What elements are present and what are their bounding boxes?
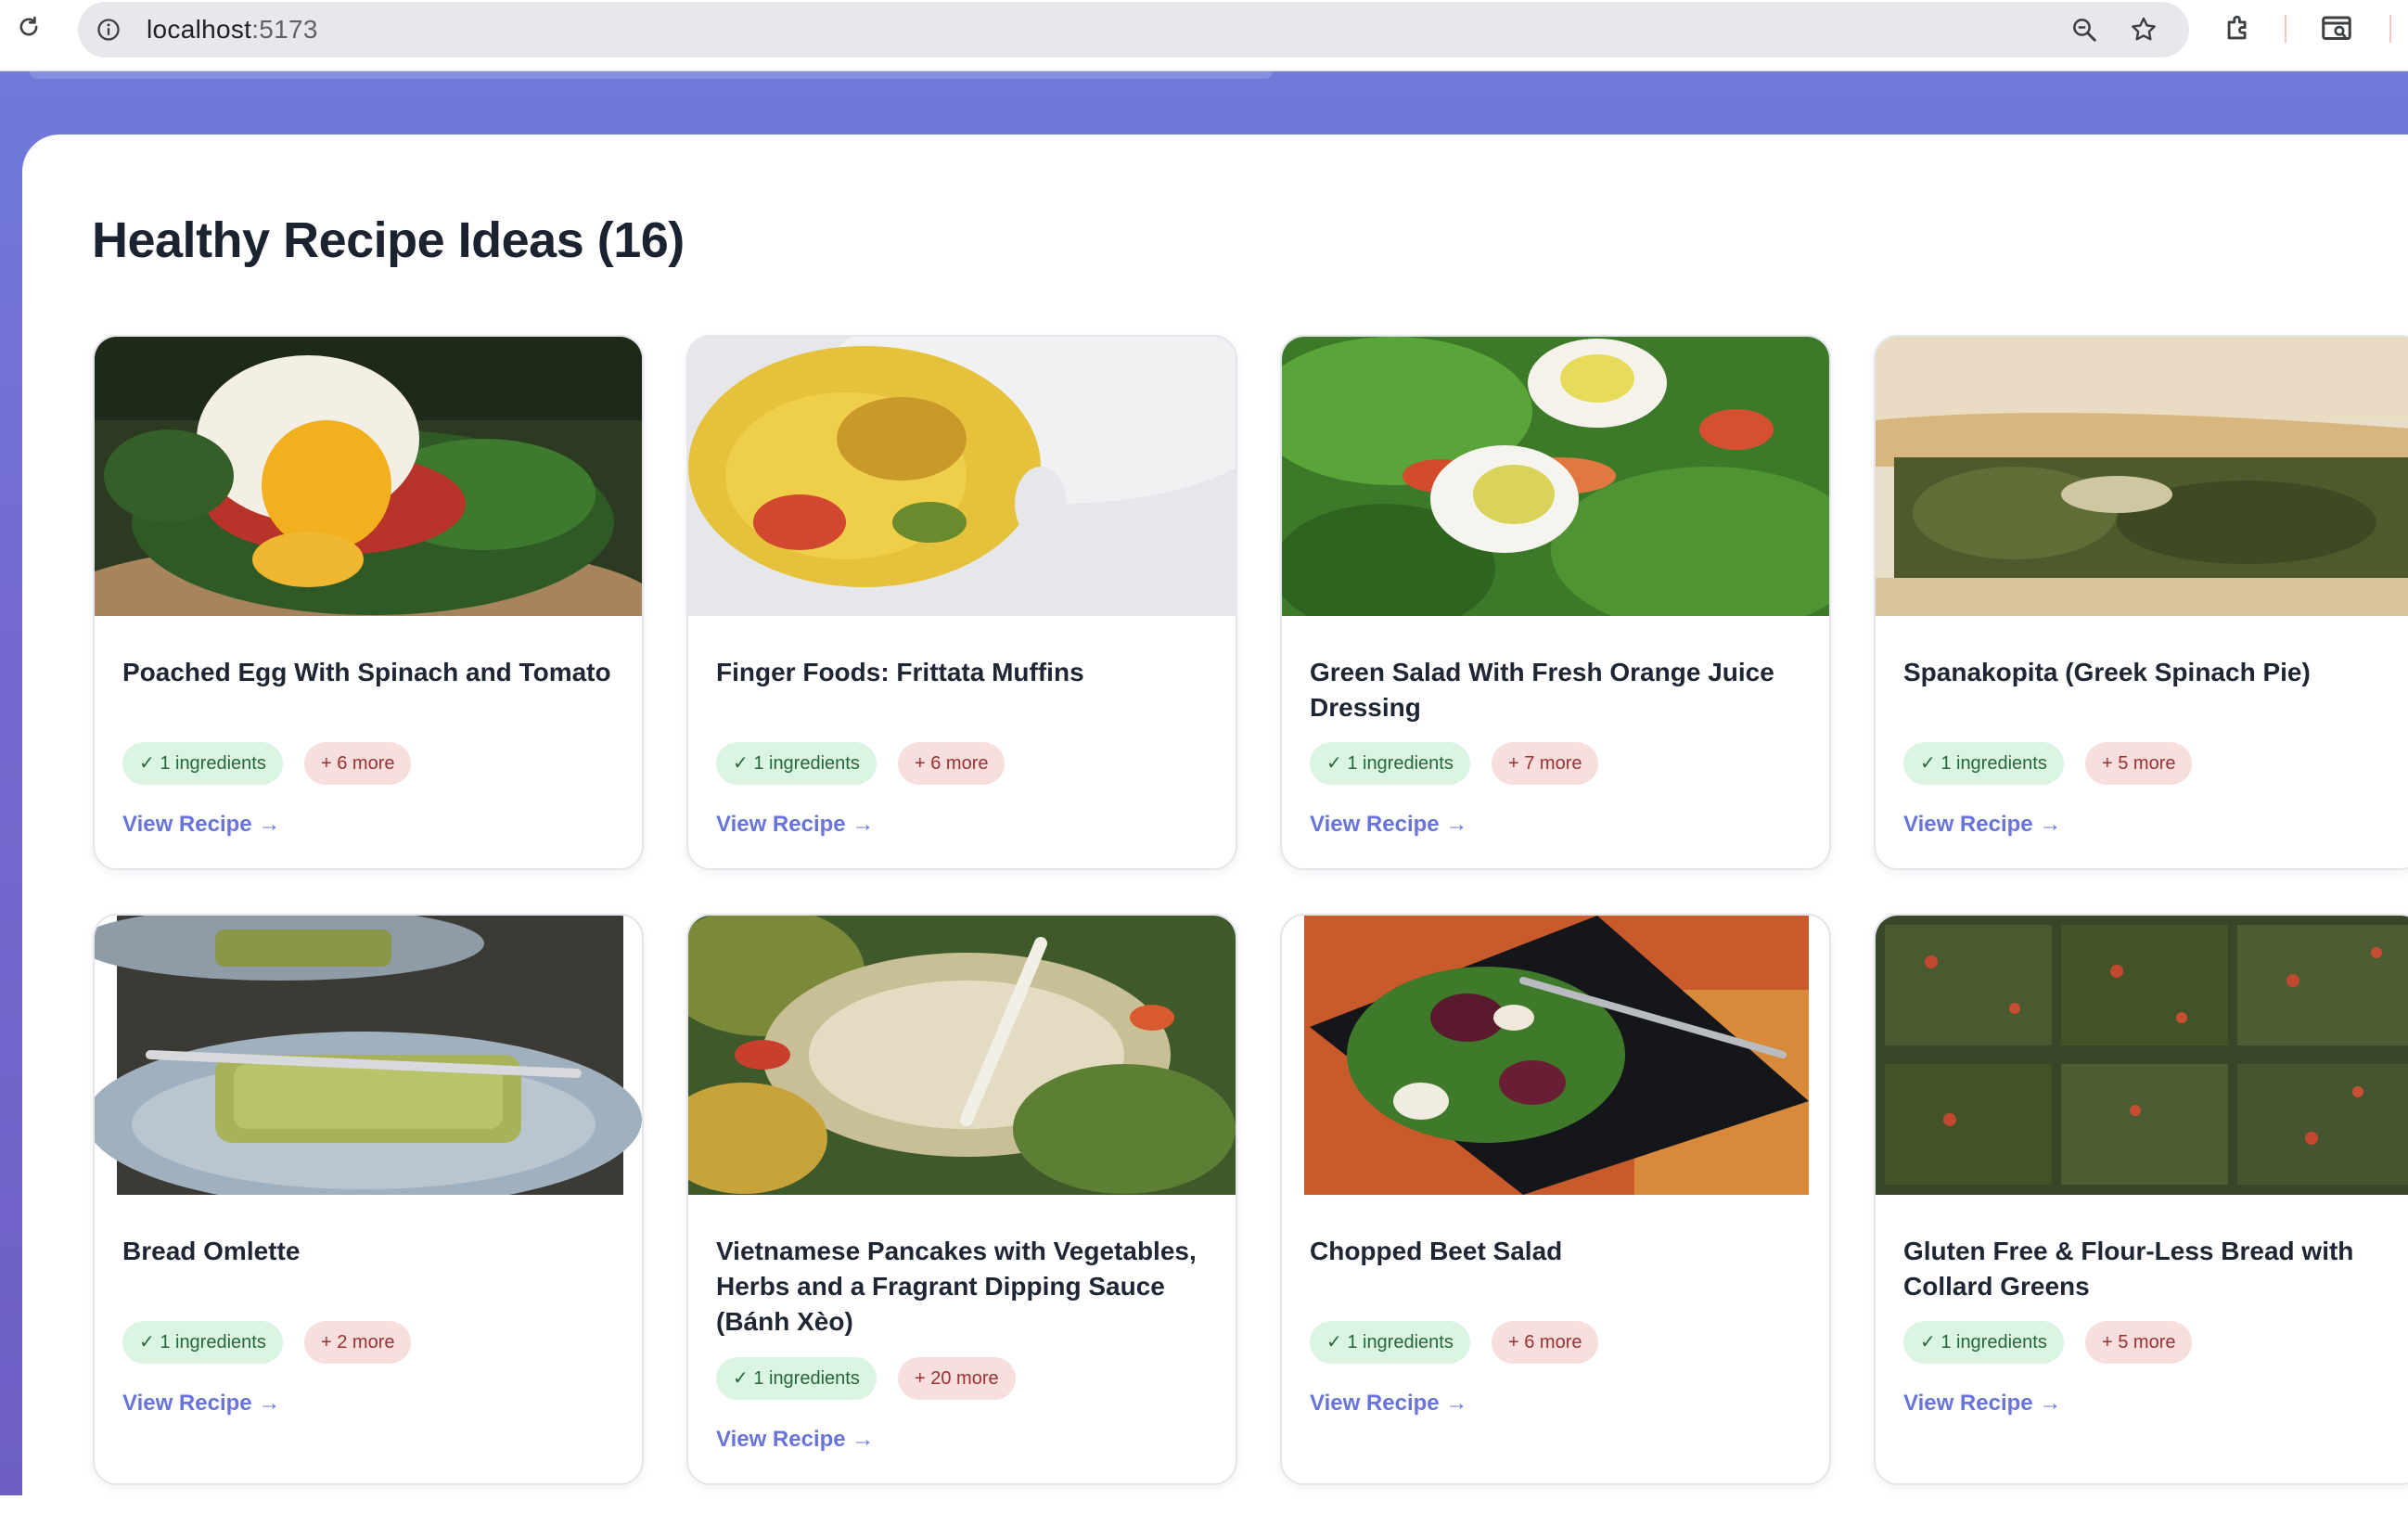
zoom-icon[interactable] [2069,14,2100,45]
more-ingredients-badge: + 7 more [1492,742,1599,785]
matched-ingredients-badge: ✓ 1 ingredients [1310,1321,1470,1364]
header-search-edge [30,71,1273,79]
view-recipe-link[interactable]: View Recipe → [1903,812,2061,838]
recipe-card[interactable]: Spanakopita (Greek Spinach Pie) ✓ 1 ingr… [1874,335,2408,870]
view-recipe-link[interactable]: View Recipe → [716,1427,874,1453]
url-text[interactable]: localhost:5173 [147,15,318,45]
recipe-image[interactable] [688,916,1236,1195]
recipe-title: Gluten Free & Flour-Less Bread with Coll… [1903,1237,2354,1301]
section-title: Healthy Recipe Ideas (16) [92,212,685,268]
more-ingredients-badge: + 5 more [2085,1321,2193,1364]
matched-ingredients-badge: ✓ 1 ingredients [716,1357,877,1400]
recipe-card[interactable]: Vietnamese Pancakes with Vegetables, Her… [686,914,1237,1485]
matched-ingredients-badge: ✓ 1 ingredients [122,742,283,785]
recipe-image[interactable] [688,337,1236,616]
site-info-icon[interactable] [95,16,122,44]
view-recipe-link[interactable]: View Recipe → [1903,1391,2061,1417]
more-ingredients-badge: + 6 more [304,742,412,785]
url-host: localhost [147,15,252,44]
recipe-image[interactable] [1876,337,2408,616]
reload-icon[interactable] [13,11,45,43]
browser-toolbar: localhost:5173 [0,0,2408,71]
matched-ingredients-badge: ✓ 1 ingredients [716,742,877,785]
recipe-image[interactable] [1282,337,1829,616]
toolbar-divider [2389,15,2391,43]
view-recipe-link[interactable]: View Recipe → [122,812,280,838]
more-ingredients-badge: + 2 more [304,1321,412,1364]
more-ingredients-badge: + 6 more [898,742,1005,785]
more-ingredients-badge: + 6 more [1492,1321,1599,1364]
recipe-title: Bread Omlette [122,1237,301,1265]
recipe-image[interactable] [95,337,642,616]
recipe-title: Poached Egg With Spinach and Tomato [122,658,611,686]
url-port: :5173 [251,15,318,44]
matched-ingredients-badge: ✓ 1 ingredients [1903,1321,2064,1364]
recipe-title: Chopped Beet Salad [1310,1237,1563,1265]
recipe-card[interactable]: Bread Omlette ✓ 1 ingredients + 2 more V… [93,914,644,1485]
address-bar[interactable]: localhost:5173 [78,2,2189,58]
matched-ingredients-badge: ✓ 1 ingredients [122,1321,283,1364]
recipe-card[interactable]: Poached Egg With Spinach and Tomato ✓ 1 … [93,335,644,870]
recipe-image[interactable] [1876,916,2408,1195]
bookmark-star-icon[interactable] [2128,14,2159,45]
matched-ingredients-badge: ✓ 1 ingredients [1903,742,2064,785]
recipe-title: Vietnamese Pancakes with Vegetables, Her… [716,1237,1197,1336]
recipe-title: Finger Foods: Frittata Muffins [716,658,1084,686]
recipe-title: Spanakopita (Greek Spinach Pie) [1903,658,2311,686]
matched-ingredients-badge: ✓ 1 ingredients [1310,742,1470,785]
more-ingredients-badge: + 20 more [898,1357,1016,1400]
extensions-icon[interactable] [2221,11,2256,46]
tab-search-icon[interactable] [2319,11,2354,46]
recipe-image[interactable] [95,916,642,1195]
view-recipe-link[interactable]: View Recipe → [1310,1391,1467,1417]
view-recipe-link[interactable]: View Recipe → [1310,812,1467,838]
toolbar-divider [2285,15,2286,43]
more-ingredients-badge: + 5 more [2085,742,2193,785]
view-recipe-link[interactable]: View Recipe → [122,1391,280,1417]
recipe-card[interactable]: Chopped Beet Salad ✓ 1 ingredients + 6 m… [1280,914,1831,1485]
recipe-card[interactable]: Green Salad With Fresh Orange Juice Dres… [1280,335,1831,870]
recipe-card[interactable]: Gluten Free & Flour-Less Bread with Coll… [1874,914,2408,1485]
view-recipe-link[interactable]: View Recipe → [716,812,874,838]
recipe-card[interactable]: Finger Foods: Frittata Muffins ✓ 1 ingre… [686,335,1237,870]
recipe-title: Green Salad With Fresh Orange Juice Dres… [1310,658,1774,722]
recipe-image[interactable] [1282,916,1829,1195]
